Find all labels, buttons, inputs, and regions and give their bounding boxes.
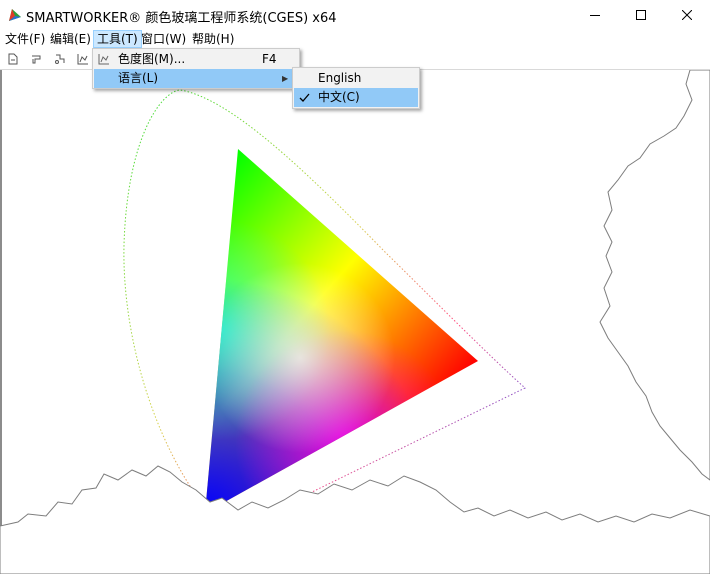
gamut-triangle xyxy=(205,149,478,513)
torn-edge-bottom xyxy=(0,465,710,574)
chromaticity-canvas xyxy=(0,70,710,574)
menu-edit[interactable]: 编辑(E) xyxy=(47,30,94,48)
window-title: SMARTWORKER® 颜色玻璃工程师系统(CGES) x64 xyxy=(26,11,337,26)
minimize-button[interactable] xyxy=(572,0,618,30)
title-bar: SMARTWORKER® 颜色玻璃工程师系统(CGES) x64 xyxy=(0,0,710,30)
open-icon[interactable] xyxy=(30,52,44,66)
menu-item-english[interactable]: English xyxy=(294,69,418,88)
menu-item-label: English xyxy=(318,71,362,85)
maximize-button[interactable] xyxy=(618,0,664,30)
save-icon[interactable] xyxy=(53,52,67,66)
checkmark-icon xyxy=(299,93,310,102)
chart-icon xyxy=(98,54,109,65)
menu-item-chromaticity-diagram[interactable]: 色度图(M)... F4 xyxy=(94,50,298,69)
new-document-icon[interactable] xyxy=(6,52,20,66)
close-button[interactable] xyxy=(664,0,710,30)
submenu-arrow-icon: ▶ xyxy=(282,74,289,83)
menu-item-label: 色度图(M)... xyxy=(118,52,186,66)
menu-tools[interactable]: 工具(T) xyxy=(93,30,142,48)
menu-item-label: 语言(L) xyxy=(118,71,159,85)
menu-help[interactable]: 帮助(H) xyxy=(189,30,237,48)
menu-bar: 文件(F) 编辑(E) 工具(T) 窗口(W) 帮助(H) xyxy=(0,30,710,48)
tools-menu: 色度图(M)... F4 语言(L) ▶ xyxy=(92,48,300,89)
minimize-icon xyxy=(590,15,600,16)
language-submenu: English 中文(C) xyxy=(292,67,420,109)
menu-item-language[interactable]: 语言(L) ▶ xyxy=(94,69,298,88)
close-icon xyxy=(682,10,692,20)
torn-edge-right xyxy=(599,70,710,481)
menu-item-label: 中文(C) xyxy=(318,90,360,104)
menu-item-shortcut: F4 xyxy=(262,52,277,66)
maximize-icon xyxy=(636,10,646,20)
menu-item-chinese[interactable]: 中文(C) xyxy=(294,88,418,107)
menu-window[interactable]: 窗口(W) xyxy=(138,30,189,48)
app-logo-icon xyxy=(9,9,21,21)
menu-file[interactable]: 文件(F) xyxy=(2,30,48,48)
chart-icon[interactable] xyxy=(76,52,90,66)
